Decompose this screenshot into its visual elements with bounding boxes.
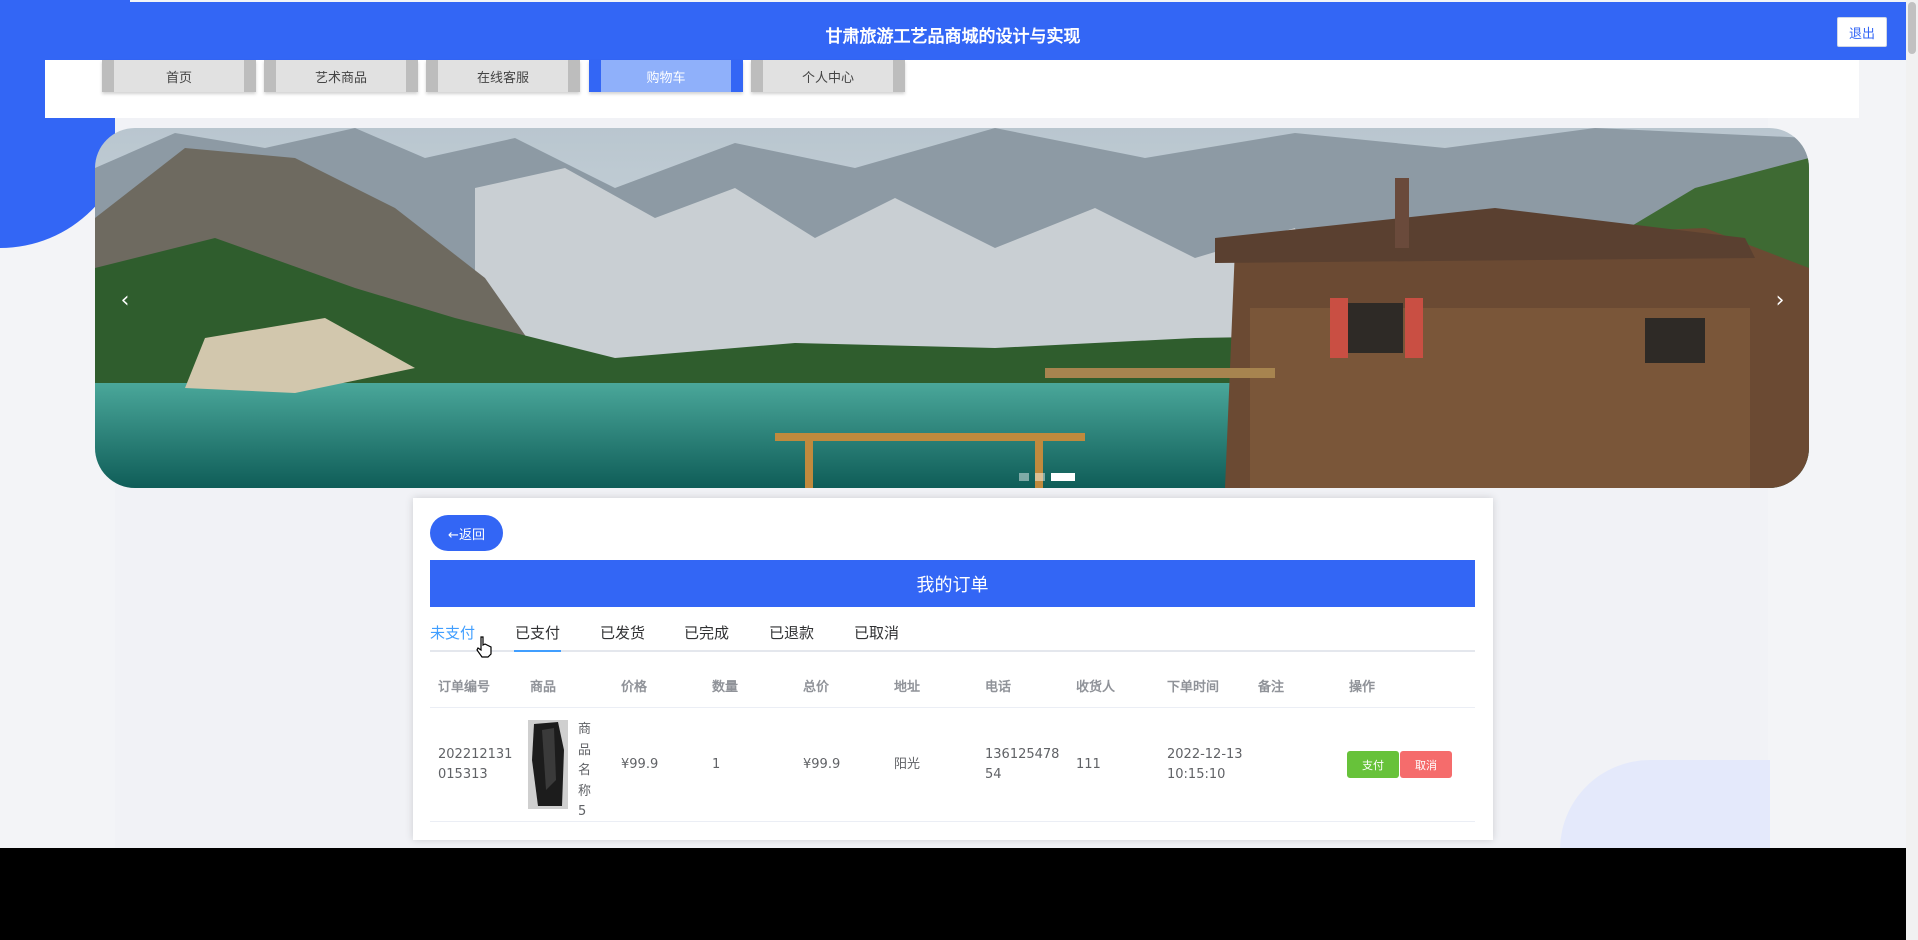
- orders-card: ←返回 我的订单 未支付 已支付 已发货 已完成 已退款 已取消 订单编号 商品…: [413, 498, 1493, 840]
- nav-panel: 首页 艺术商品 在线客服 购物车 个人中心: [45, 60, 1859, 118]
- tab-shipped[interactable]: 已发货: [600, 622, 645, 650]
- carousel-dot-2[interactable]: [1035, 473, 1045, 481]
- back-button[interactable]: ←返回: [430, 515, 503, 551]
- nav-item-art-products[interactable]: 艺术商品: [264, 60, 418, 92]
- vertical-scrollbar[interactable]: [1906, 0, 1918, 940]
- carousel-dot-1[interactable]: [1019, 473, 1029, 481]
- page: 甘肃旅游工艺品商城的设计与实现 退出 首页 艺术商品 在线客服 购物车 个人中心: [0, 0, 1906, 848]
- product-thumbnail[interactable]: [528, 720, 568, 809]
- column-header: 价格: [621, 680, 648, 695]
- column-header: 电话: [985, 680, 1012, 695]
- address-cell: 阳光: [894, 757, 921, 772]
- nav-item-home[interactable]: 首页: [102, 60, 256, 92]
- carousel-dots: [1019, 473, 1075, 481]
- order-status-tabs: 未支付 已支付 已发货 已完成 已退款 已取消: [430, 622, 1475, 652]
- column-header: 备注: [1258, 680, 1285, 695]
- banner-landscape-image: [95, 128, 1809, 488]
- banner-carousel: ‹ ›: [95, 128, 1809, 488]
- pay-button[interactable]: 支付: [1347, 751, 1399, 778]
- tab-active-indicator: [514, 650, 561, 652]
- price-cell: ¥99.9: [621, 757, 659, 772]
- carousel-prev-icon[interactable]: ‹: [113, 288, 137, 313]
- scrollbar-thumb[interactable]: [1908, 2, 1916, 54]
- order-number-cell: 202212131 015313: [438, 747, 513, 782]
- carousel-next-icon[interactable]: ›: [1768, 288, 1792, 313]
- nav-item-profile[interactable]: 个人中心: [751, 60, 905, 92]
- nav-item-cart[interactable]: 购物车: [589, 60, 743, 92]
- column-header: 操作: [1349, 680, 1376, 695]
- tab-completed[interactable]: 已完成: [684, 622, 729, 650]
- table-header: 订单编号 商品 价格 数量 总价 地址 电话 收货人 下单时间 备注 操作: [430, 660, 1475, 708]
- top-bar: 甘肃旅游工艺品商城的设计与实现 退出: [0, 2, 1906, 60]
- consignee-cell: 111: [1076, 757, 1101, 772]
- column-header: 数量: [712, 680, 739, 695]
- hand-cursor-icon: [476, 636, 492, 658]
- phone-cell: 136125478 54: [985, 747, 1060, 782]
- tab-cancelled[interactable]: 已取消: [854, 622, 899, 650]
- site-title: 甘肃旅游工艺品商城的设计与实现: [825, 27, 1081, 47]
- table-row: 202212131 015313 商品名称5 ¥99.9 1 ¥99.9 阳光 …: [430, 708, 1475, 822]
- total-cell: ¥99.9: [803, 757, 841, 772]
- tab-unpaid[interactable]: 未支付: [430, 622, 475, 650]
- column-header: 商品: [530, 680, 557, 695]
- product-image: [528, 720, 568, 809]
- tab-refunded[interactable]: 已退款: [769, 622, 814, 650]
- column-header: 总价: [803, 680, 830, 695]
- orders-table: 订单编号 商品 价格 数量 总价 地址 电话 收货人 下单时间 备注 操作 20…: [430, 660, 1475, 822]
- bottom-blank-area: [0, 848, 1906, 940]
- product-name: 商品名称5: [578, 722, 592, 819]
- orders-title: 我的订单: [430, 560, 1475, 607]
- column-header: 订单编号: [438, 680, 491, 695]
- tab-paid[interactable]: 已支付: [515, 622, 560, 650]
- logout-button[interactable]: 退出: [1837, 17, 1887, 47]
- carousel-dot-3[interactable]: [1051, 473, 1075, 481]
- order-time-cell: 2022-12-13 10:15:10: [1167, 747, 1243, 782]
- cancel-order-button[interactable]: 取消: [1400, 751, 1452, 778]
- quantity-cell: 1: [712, 757, 721, 772]
- column-header: 下单时间: [1167, 680, 1220, 695]
- column-header: 收货人: [1076, 680, 1116, 695]
- column-header: 地址: [894, 680, 921, 695]
- nav-item-online-service[interactable]: 在线客服: [426, 60, 580, 92]
